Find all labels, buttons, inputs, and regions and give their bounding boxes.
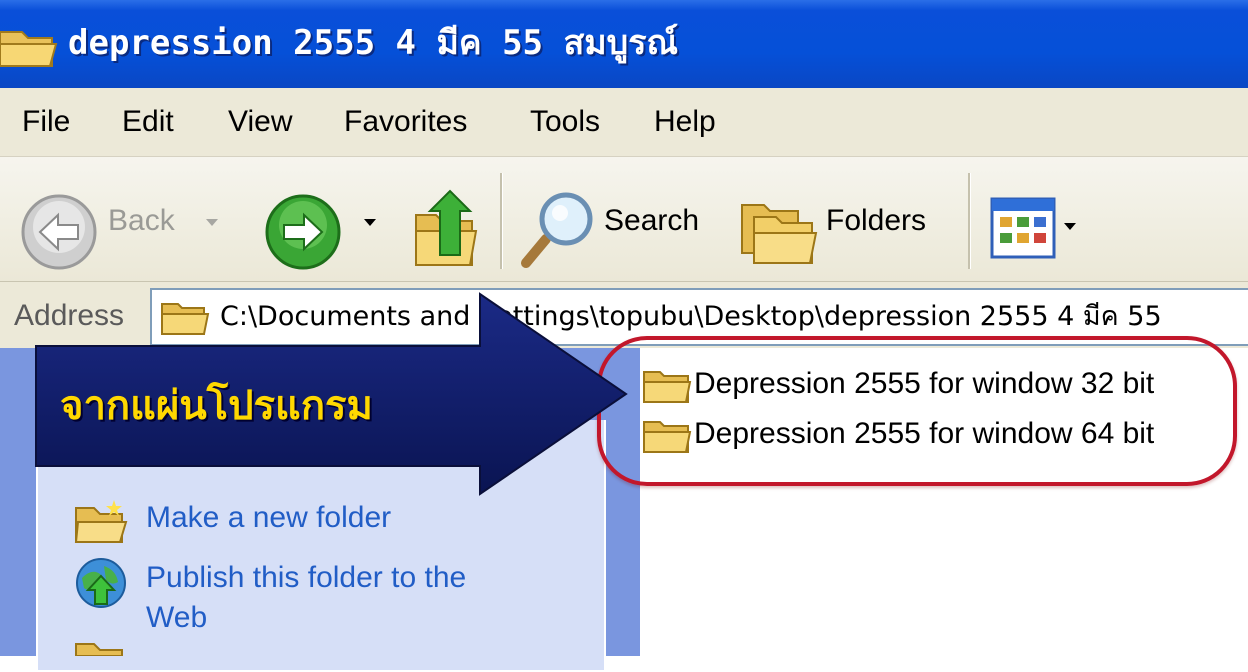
annotation-label: จากแผ่นโปรแกรม [60, 383, 373, 429]
toolbar-separator [500, 173, 503, 269]
back-arrow-icon[interactable] [18, 191, 100, 273]
views-icon[interactable] [990, 197, 1056, 259]
menu-edit[interactable]: Edit [122, 88, 174, 156]
toolbar-separator [968, 173, 971, 269]
task-make-new-folder[interactable]: Make a new folder [146, 498, 391, 538]
back-dropdown-arrow-icon[interactable] [206, 219, 218, 226]
forward-arrow-icon[interactable] [262, 191, 344, 273]
menu-bar: File Edit View Favorites Tools Help [0, 88, 1248, 157]
menu-help[interactable]: Help [654, 88, 716, 156]
menu-file[interactable]: File [22, 88, 70, 156]
search-button-label[interactable]: Search [604, 201, 699, 241]
folders-button-label[interactable]: Folders [826, 201, 926, 241]
window-title: depression 2555 4 มีค 55 สมบูรณ์ [68, 23, 679, 63]
menu-favorites[interactable]: Favorites [344, 88, 467, 156]
globe-publish-icon [76, 558, 126, 608]
folders-icon[interactable] [738, 191, 818, 267]
up-folder-icon[interactable] [410, 185, 482, 271]
views-dropdown-arrow-icon[interactable] [1064, 223, 1076, 230]
task-publish-folder[interactable]: Publish this folder to the [146, 558, 466, 598]
magnifier-icon[interactable] [516, 187, 600, 271]
title-bar: depression 2555 4 มีค 55 สมบูรณ์ [0, 0, 1248, 88]
forward-dropdown-arrow-icon[interactable] [364, 219, 376, 226]
folder-icon [0, 31, 58, 67]
menu-tools[interactable]: Tools [530, 88, 600, 156]
menu-view[interactable]: View [228, 88, 292, 156]
toolbar: Back Search Folders [0, 157, 1248, 282]
highlight-ellipse [597, 336, 1237, 486]
back-button-label[interactable]: Back [108, 201, 175, 241]
share-folder-icon [75, 643, 123, 656]
new-folder-icon [74, 500, 128, 543]
task-publish-folder-continued[interactable]: Web [146, 598, 207, 638]
